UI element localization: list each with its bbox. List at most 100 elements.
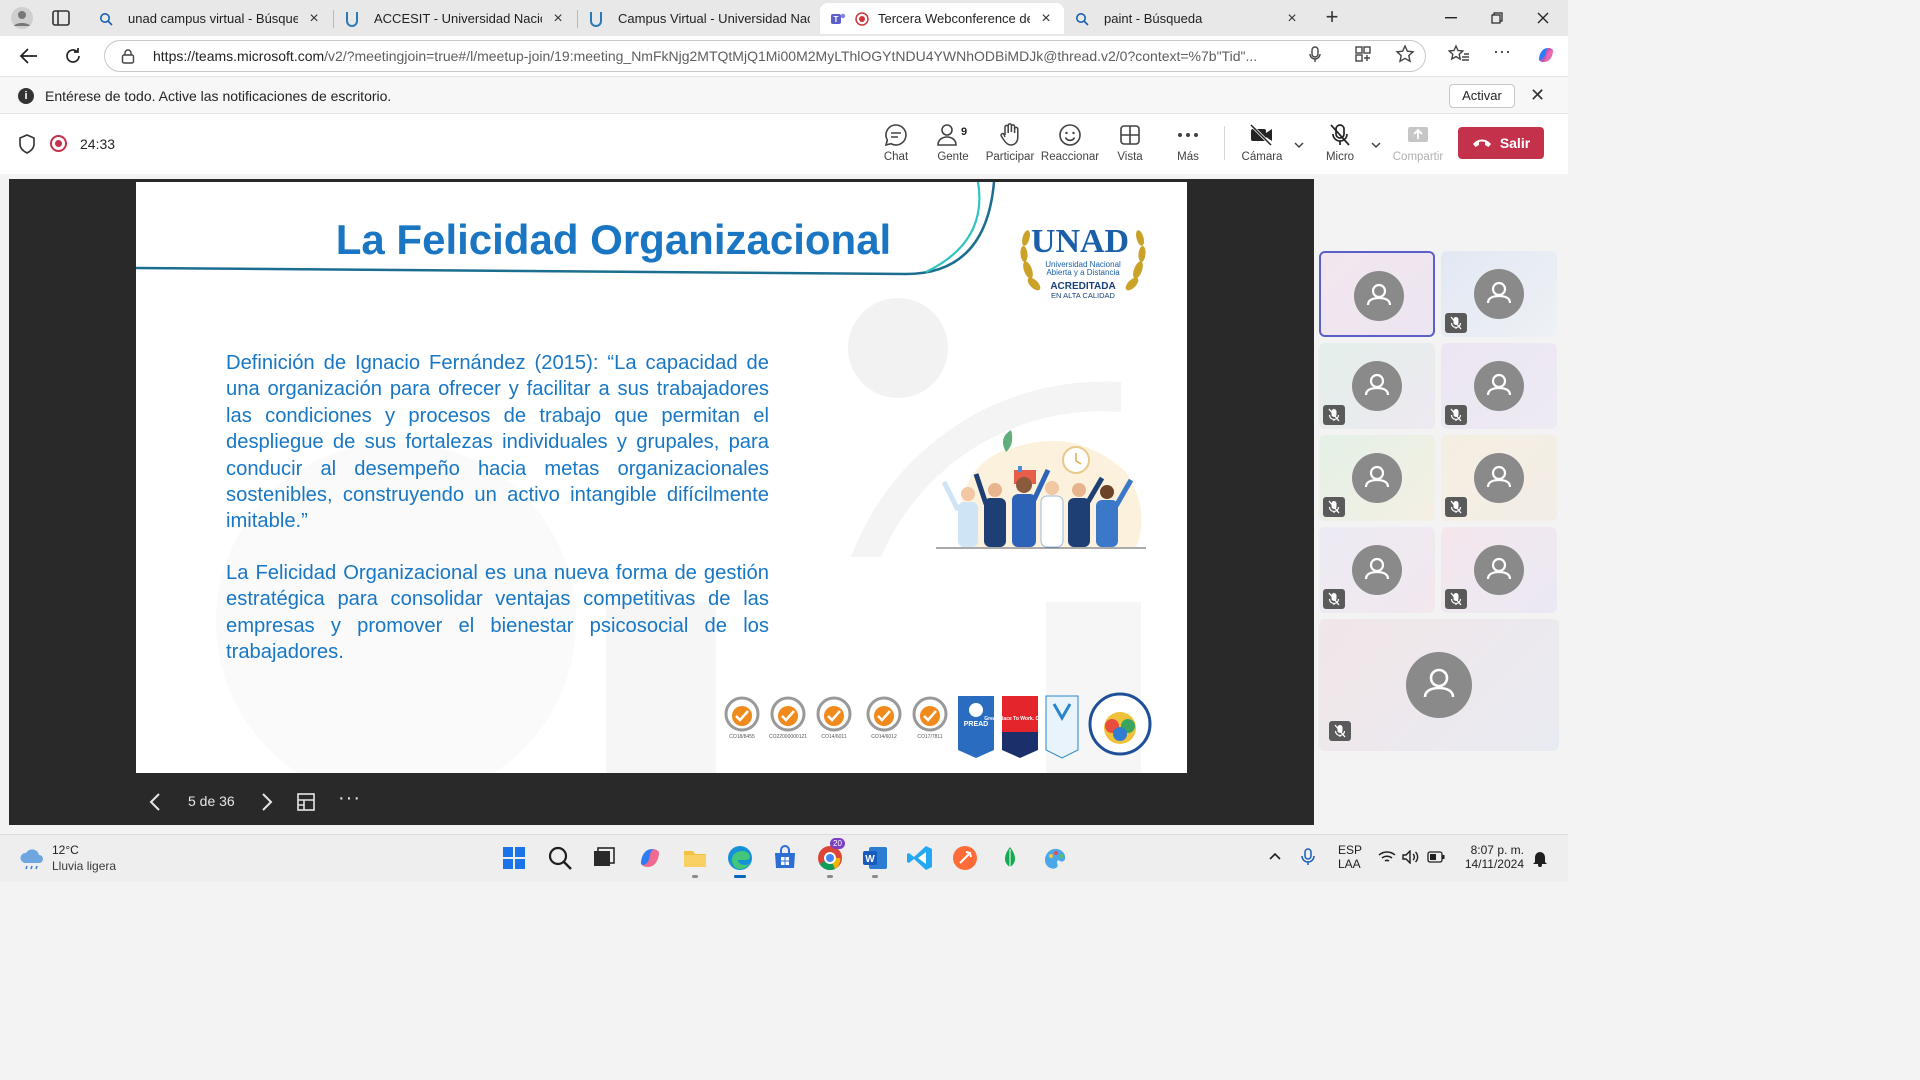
tab-actions-icon[interactable] [50, 8, 72, 28]
weather-widget[interactable]: 12°C Lluvia ligera [18, 843, 178, 877]
battery-icon[interactable] [1427, 851, 1445, 866]
participant-tile[interactable] [1319, 619, 1559, 751]
task-view-icon[interactable] [590, 844, 618, 872]
settings-more-icon[interactable]: ··· [1493, 42, 1513, 64]
participant-tile[interactable] [1319, 435, 1435, 521]
minimize-button[interactable] [1428, 4, 1474, 32]
participant-tile[interactable] [1319, 343, 1435, 429]
volume-icon[interactable] [1402, 849, 1420, 867]
participant-tile[interactable] [1441, 527, 1557, 613]
unad-icon [588, 11, 604, 27]
new-tab-button[interactable]: + [1320, 6, 1344, 30]
tab-campus-virtual[interactable]: Campus Virtual - Universidad Nac [578, 3, 820, 34]
leave-button[interactable]: Salir [1458, 127, 1544, 159]
close-window-button[interactable] [1520, 4, 1566, 32]
avatar [1406, 652, 1472, 718]
camera-options-chevron-icon[interactable] [1293, 138, 1305, 150]
mongodb-compass-icon[interactable] [996, 844, 1024, 872]
close-tab-icon[interactable]: × [550, 10, 566, 27]
microphone-button[interactable]: Micro [1310, 122, 1370, 170]
notification-bell-icon[interactable] [1532, 849, 1548, 870]
share-icon [1388, 122, 1448, 148]
more-button[interactable]: Más [1158, 122, 1218, 170]
url-text[interactable]: https://teams.microsoft.com/v2/?meetingj… [153, 48, 1283, 64]
muted-mic-icon [1445, 405, 1467, 425]
lock-icon[interactable] [121, 48, 137, 64]
close-icon[interactable]: ✕ [1530, 85, 1545, 106]
participant-tile[interactable] [1319, 251, 1435, 337]
address-bar[interactable]: https://teams.microsoft.com/v2/?meetingj… [104, 40, 1426, 72]
avatar [1474, 453, 1524, 503]
rain-cloud-icon [18, 847, 46, 876]
search-icon[interactable] [546, 844, 574, 872]
participant-tile[interactable] [1319, 527, 1435, 613]
running-indicator [827, 875, 833, 878]
view-button[interactable]: Vista [1100, 122, 1160, 170]
participant-tile[interactable] [1441, 343, 1557, 429]
back-button[interactable] [14, 42, 44, 70]
microphone-icon[interactable] [1305, 44, 1325, 64]
microsoft-store-icon[interactable] [771, 844, 799, 872]
language-indicator[interactable]: ESP LAA [1338, 843, 1362, 871]
share-label: Compartir [1392, 151, 1444, 163]
word-icon[interactable]: W [861, 844, 889, 878]
close-tab-icon[interactable]: × [306, 10, 322, 27]
slide-navigation: 5 de 36 ··· [146, 787, 376, 817]
show-hidden-icons-chevron-icon[interactable] [1268, 849, 1282, 866]
cert-code: CO14/6012 [871, 734, 897, 740]
recording-icon [854, 11, 870, 27]
start-button[interactable] [500, 844, 528, 872]
vscode-icon[interactable] [906, 844, 934, 872]
favorite-star-icon[interactable] [1395, 44, 1415, 64]
chrome-icon[interactable]: 20 [816, 838, 845, 878]
app-available-icon[interactable] [1353, 44, 1373, 64]
copilot-taskbar-icon[interactable] [636, 844, 664, 872]
microphone-in-use-icon[interactable] [1300, 847, 1316, 870]
close-tab-icon[interactable]: × [1038, 10, 1054, 27]
refresh-button[interactable] [58, 42, 88, 70]
camera-label: Cámara [1241, 151, 1283, 163]
close-tab-icon[interactable]: × [1284, 10, 1300, 27]
profile-icon[interactable] [10, 6, 34, 30]
camera-button[interactable]: Cámara [1232, 122, 1292, 170]
activate-notifications-button[interactable]: Activar [1449, 84, 1515, 108]
slide-sorter-icon[interactable] [296, 792, 316, 812]
svg-text:W: W [865, 854, 875, 865]
clock[interactable]: 8:07 p. m. 14/11/2024 [1456, 843, 1524, 871]
share-button[interactable]: Compartir [1388, 122, 1448, 170]
participant-tile[interactable] [1441, 435, 1557, 521]
avatar [1352, 453, 1402, 503]
file-explorer-icon[interactable] [681, 844, 709, 878]
slide-more-options-icon[interactable]: ··· [338, 787, 361, 810]
copilot-icon[interactable] [1535, 44, 1555, 64]
cert-code: CO22000000121 [769, 734, 807, 740]
participant-tile[interactable] [1441, 251, 1557, 337]
unad-logo-line2: Abierta y a Distancia [1046, 268, 1120, 277]
muted-mic-icon [1329, 721, 1351, 741]
tab-teams-meeting[interactable]: T Tercera Webconference de B × [820, 3, 1064, 34]
search-icon [1074, 11, 1090, 27]
avatar [1474, 269, 1524, 319]
next-slide-icon[interactable] [256, 791, 276, 813]
tab-accesit[interactable]: ACCESIT - Universidad Nacional A × [334, 3, 576, 34]
wifi-icon[interactable] [1378, 850, 1396, 867]
react-button[interactable]: Reaccionar [1040, 122, 1100, 170]
postman-icon[interactable] [951, 844, 979, 872]
chat-button[interactable]: Chat [866, 122, 926, 170]
previous-slide-icon[interactable] [146, 791, 166, 813]
raise-hand-button[interactable]: Participar [980, 122, 1040, 170]
tab-paint-search[interactable]: paint - Búsqueda × [1064, 3, 1310, 34]
tab-unad-search[interactable]: unad campus virtual - Búsqueda × [88, 3, 332, 34]
paint-app-icon[interactable] [1041, 844, 1069, 872]
favorites-icon[interactable] [1447, 44, 1469, 64]
restore-button[interactable] [1474, 4, 1520, 32]
muted-mic-icon [1323, 497, 1345, 517]
tab-label: ACCESIT - Universidad Nacional A [374, 11, 542, 26]
sgs-cert-1: CO18/8455 [724, 696, 760, 740]
svg-text:T: T [834, 15, 839, 24]
shield-icon[interactable] [18, 134, 36, 154]
people-button[interactable]: 9 Gente [923, 122, 983, 170]
edge-browser-icon[interactable] [726, 844, 754, 878]
raise-hand-icon [980, 122, 1040, 148]
mic-options-chevron-icon[interactable] [1370, 138, 1382, 150]
